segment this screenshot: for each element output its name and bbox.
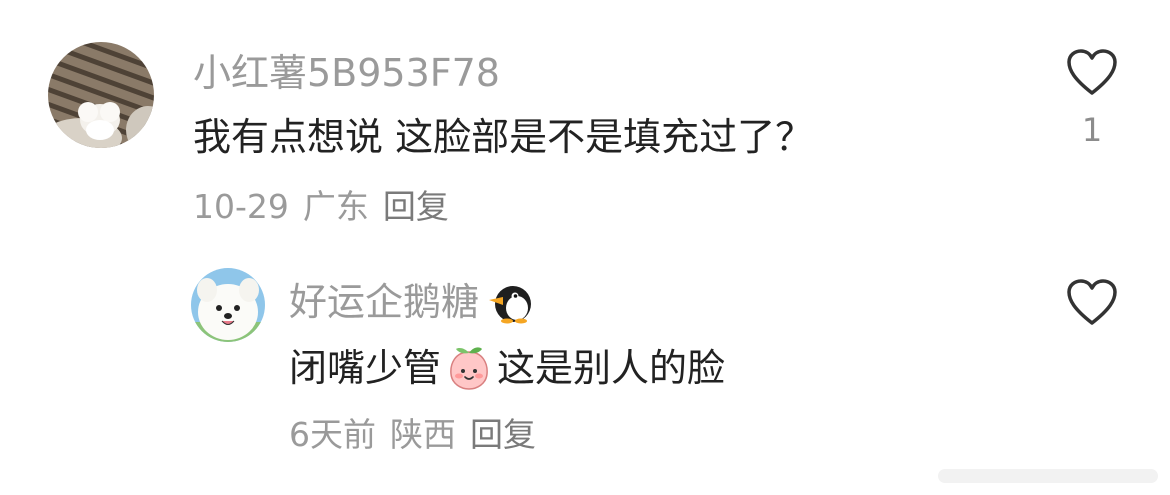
comment-text: 我有点想说 这脸部是不是填充过了？: [193, 115, 814, 159]
user-avatar[interactable]: [191, 268, 265, 342]
peach-face-emoji: [450, 347, 488, 390]
reply-text-before: 闭嘴少管: [289, 346, 442, 390]
reply-username-text: 好运企鹅糖: [289, 280, 480, 324]
reply-text-after: 这是别人的脸: [497, 346, 726, 390]
reply-button[interactable]: 回复: [470, 418, 536, 451]
reply-text: 闭嘴少管 这是别人的脸: [289, 344, 725, 392]
comment-meta: 10-29 广东 回复: [193, 190, 449, 223]
reply-meta: 6天前 陕西 回复: [289, 418, 536, 451]
watermark-graphic: [938, 469, 1158, 483]
reply-location: 陕西: [390, 415, 456, 454]
like-count: 1: [1081, 111, 1103, 149]
reply-date: 6天前: [289, 415, 376, 454]
like-button[interactable]: 1: [1062, 48, 1122, 146]
like-button[interactable]: [1062, 278, 1122, 330]
comment-username[interactable]: 小红薯5B953F78: [193, 54, 500, 92]
comment-date: 10-29: [193, 187, 289, 226]
reply-button[interactable]: 回复: [383, 190, 449, 223]
comment-location: 广东: [302, 187, 369, 226]
user-avatar[interactable]: [48, 42, 154, 148]
samoyed-dog-avatar-image: [191, 268, 265, 342]
heart-icon: [1067, 279, 1117, 325]
reply-username[interactable]: 好运企鹅糖: [289, 280, 533, 324]
heart-icon: [1067, 49, 1117, 95]
cat-paw-avatar-image: [48, 42, 154, 148]
penguin-icon: [489, 286, 532, 324]
